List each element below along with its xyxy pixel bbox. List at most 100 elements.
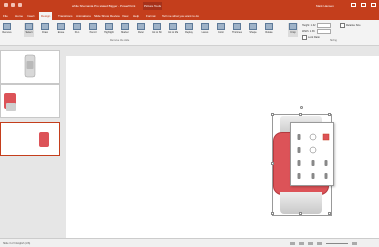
ribbon-button-select[interactable]: Select [24, 23, 34, 37]
resize-handle-bl[interactable] [271, 212, 274, 215]
notes-icon[interactable] [290, 242, 295, 245]
resize-handle-left[interactable] [271, 162, 274, 165]
gallery-item-10[interactable] [309, 172, 317, 180]
user-name[interactable]: Mark Hansen [316, 4, 334, 8]
resize-handle-tl[interactable] [271, 113, 274, 116]
maximize-icon[interactable] [361, 3, 366, 7]
context-tab-label: Picture Tools [143, 2, 162, 10]
ribbon-button-ink-to-shape[interactable]: Ink to Shape [152, 23, 162, 37]
gallery-item-4[interactable] [295, 146, 303, 154]
tab-design[interactable]: Design [39, 12, 53, 20]
close-icon[interactable] [371, 3, 376, 7]
resize-handle-top[interactable] [299, 113, 302, 116]
ribbon-button-thickness[interactable]: Thickness [232, 23, 242, 37]
watch-icon [324, 160, 328, 166]
cursor-icon [25, 23, 33, 30]
slide-thumbnail-2[interactable] [0, 84, 60, 118]
circle-icon [309, 146, 317, 154]
window-controls [351, 3, 376, 7]
slide-thumbnail-1[interactable] [0, 50, 60, 84]
redo-icon[interactable] [18, 3, 22, 7]
tell-me-search[interactable]: Tell me what you want to do [162, 12, 199, 20]
gallery-item-7[interactable] [309, 159, 317, 167]
gallery-item-3[interactable] [322, 133, 330, 141]
ribbon-button-ink-to-math[interactable]: Ink to Math [168, 23, 178, 37]
rotate-icon [265, 23, 273, 30]
ribbon-button-highlight[interactable]: Highlight [104, 23, 114, 37]
relative-size-option[interactable]: Relative Size [340, 23, 361, 28]
slide-sorter-icon[interactable] [308, 242, 313, 245]
lock-ratio-option[interactable]: Lock Ratio [302, 35, 320, 40]
eraser-icon [57, 23, 65, 30]
resize-handle-tr[interactable] [328, 113, 331, 116]
ribbon-button-replay[interactable]: Replay [184, 23, 194, 37]
thickness-icon [233, 23, 241, 30]
marker-icon [121, 23, 129, 30]
watch-icon [324, 173, 328, 179]
ribbon-button-rotate[interactable]: Rotate [264, 23, 274, 37]
height-input[interactable] [317, 23, 332, 28]
remove-icon [3, 23, 11, 30]
height-field[interactable]: Height: 1.32 [302, 23, 332, 28]
window-title: while Shemanta Pro stated Bigger - Power… [72, 4, 136, 8]
tab-transitions[interactable]: Transitions [58, 12, 73, 20]
watch-icon [297, 160, 301, 166]
width-input[interactable] [316, 29, 331, 34]
watch-thumbnail-image [39, 132, 49, 147]
fit-slide-icon[interactable] [352, 242, 357, 245]
gallery-item-6[interactable] [295, 159, 303, 167]
tab-view[interactable]: View [122, 12, 128, 20]
normal-view-icon[interactable] [299, 242, 304, 245]
ribbon-button-remove[interactable]: Remove [2, 23, 12, 37]
tab-file[interactable]: File [3, 12, 8, 20]
ribbon-button-color[interactable]: Color [216, 23, 226, 37]
quick-access-toolbar [4, 3, 22, 7]
width-field[interactable]: Width: 1.36 [302, 29, 331, 34]
tab-home[interactable]: Home [15, 12, 23, 20]
reading-view-icon[interactable] [317, 242, 322, 245]
ruler-icon [137, 23, 145, 30]
save-icon[interactable] [4, 3, 8, 7]
draw-icon [41, 23, 49, 30]
shape-icon [153, 23, 161, 30]
watch-icon [297, 173, 301, 179]
resize-handle-br[interactable] [328, 212, 331, 215]
resize-handle-bottom[interactable] [299, 212, 302, 215]
tab-insert[interactable]: Insert [27, 12, 35, 20]
ribbon-button-crop[interactable]: Crop [288, 23, 298, 37]
tab-animations[interactable]: Animations [76, 12, 91, 20]
slide-thumbnail-3[interactable] [0, 122, 60, 156]
gallery-item-2[interactable] [309, 133, 317, 141]
ribbon-button-lasso[interactable]: Lasso [200, 23, 210, 37]
gallery-item-8[interactable] [322, 159, 330, 167]
ribbon-button-pen[interactable]: Pen [72, 23, 82, 37]
checkbox-icon[interactable] [302, 35, 307, 40]
gallery-item-1[interactable] [295, 133, 303, 141]
ribbon-button-pencil[interactable]: Pencil [88, 23, 98, 37]
title-bar: while Shemanta Pro stated Bigger - Power… [0, 0, 379, 12]
tab-format[interactable]: Format [146, 12, 156, 20]
minimize-icon[interactable] [351, 3, 356, 7]
gallery-item-11[interactable] [322, 172, 330, 180]
tab-slide-show[interactable]: Slide Show [94, 12, 109, 20]
undo-icon[interactable] [11, 3, 15, 7]
ribbon-button-erase[interactable]: Erase [56, 23, 66, 37]
gallery-item-5[interactable] [309, 146, 317, 154]
circle-icon [309, 133, 317, 141]
tab-help[interactable]: Help [133, 12, 139, 20]
ribbon-button-ruler[interactable]: Ruler [136, 23, 146, 37]
rotate-handle-icon[interactable] [300, 106, 303, 109]
status-text: Slide 3 of 3 English (US) [3, 242, 31, 245]
shape-outline-icon [249, 23, 257, 30]
checkbox-icon[interactable] [340, 23, 345, 28]
gallery-item-9[interactable] [295, 172, 303, 180]
zoom-slider[interactable] [326, 243, 348, 244]
color-icon [217, 23, 225, 30]
ribbon-button-draw[interactable]: Draw [40, 23, 50, 37]
slide-thumbnail-pane [0, 46, 62, 238]
ribbon-button-shape[interactable]: Shape [248, 23, 258, 37]
ribbon-button-marker[interactable]: Marker [120, 23, 130, 37]
shape-gallery-popup [290, 122, 334, 186]
tab-review[interactable]: Review [110, 12, 120, 20]
lasso-icon [201, 23, 209, 30]
